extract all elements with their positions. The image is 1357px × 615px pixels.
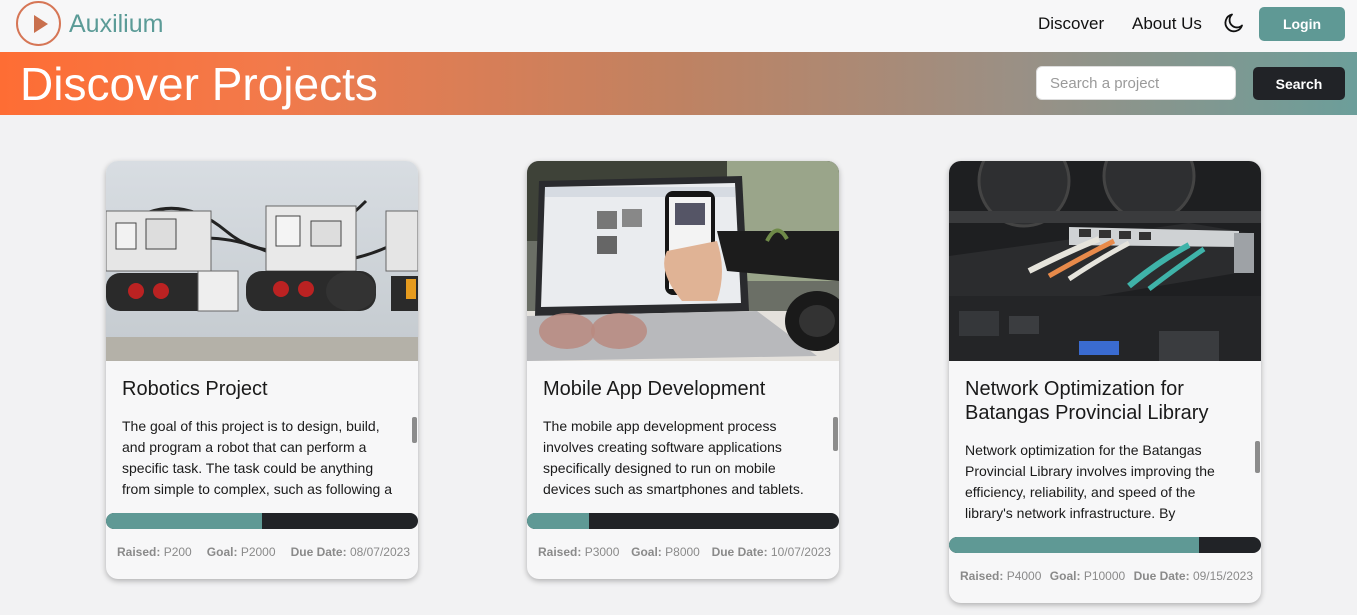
project-card-robotics[interactable]: Robotics Project The goal of this projec… (106, 161, 418, 579)
project-title: Mobile App Development (543, 378, 766, 400)
navbar: Auxilium Discover About Us Login (0, 0, 1357, 52)
project-card-mobile-app[interactable]: Mobile App Development The mobile app de… (527, 161, 839, 579)
funding-progress-fill (949, 537, 1199, 553)
description-scrollbar[interactable] (1255, 441, 1260, 473)
description-scrollbar[interactable] (833, 417, 838, 451)
project-stats: Raised: P3000 Goal: P8000 Due Date: 10/0… (538, 545, 831, 559)
goal-stat: Goal: P8000 (631, 545, 700, 559)
moon-icon[interactable] (1222, 11, 1246, 35)
description-scrollbar[interactable] (412, 417, 417, 443)
project-description: The mobile app development process invol… (543, 418, 804, 497)
mobile-app-project-image (527, 161, 839, 361)
due-date-stat: Due Date: 08/07/2023 (290, 545, 410, 559)
funding-progress-fill (106, 513, 262, 529)
page-title: Discover Projects (20, 58, 378, 110)
goal-stat: Goal: P10000 (1049, 569, 1126, 583)
raised-stat: Raised: P3000 (538, 545, 620, 559)
funding-progress-bar (949, 537, 1261, 553)
due-date-stat: Due Date: 10/07/2023 (711, 545, 831, 559)
goal-stat: Goal: P2000 (206, 545, 276, 559)
project-title: Robotics Project (122, 378, 268, 400)
hero-banner: Discover Projects Search (0, 52, 1357, 115)
project-stats: Raised: P200 Goal: P2000 Due Date: 08/07… (117, 545, 410, 559)
due-date-stat: Due Date: 09/15/2023 (1133, 569, 1253, 583)
project-title: Network Optimization for Batangas Provin… (965, 378, 1209, 424)
funding-progress-fill (527, 513, 590, 529)
robotics-project-image (106, 161, 418, 361)
project-description: Network optimization for the Batangas Pr… (965, 442, 1215, 521)
network-project-image (949, 161, 1261, 361)
brand-name[interactable]: Auxilium (69, 10, 163, 39)
project-description: The goal of this project is to design, b… (122, 418, 392, 497)
project-stats: Raised: P4000 Goal: P10000 Due Date: 09/… (960, 569, 1253, 583)
raised-stat: Raised: P4000 (960, 569, 1042, 583)
funding-progress-bar (527, 513, 839, 529)
logo-play-icon[interactable] (16, 1, 61, 46)
search-input[interactable] (1036, 66, 1236, 100)
funding-progress-bar (106, 513, 418, 529)
raised-stat: Raised: P200 (117, 545, 192, 559)
nav-discover-link[interactable]: Discover (1038, 14, 1104, 34)
nav-about-link[interactable]: About Us (1132, 14, 1202, 34)
login-button[interactable]: Login (1259, 7, 1345, 41)
search-button[interactable]: Search (1253, 67, 1345, 100)
project-card-network-optimization[interactable]: Network Optimization for Batangas Provin… (949, 161, 1261, 603)
